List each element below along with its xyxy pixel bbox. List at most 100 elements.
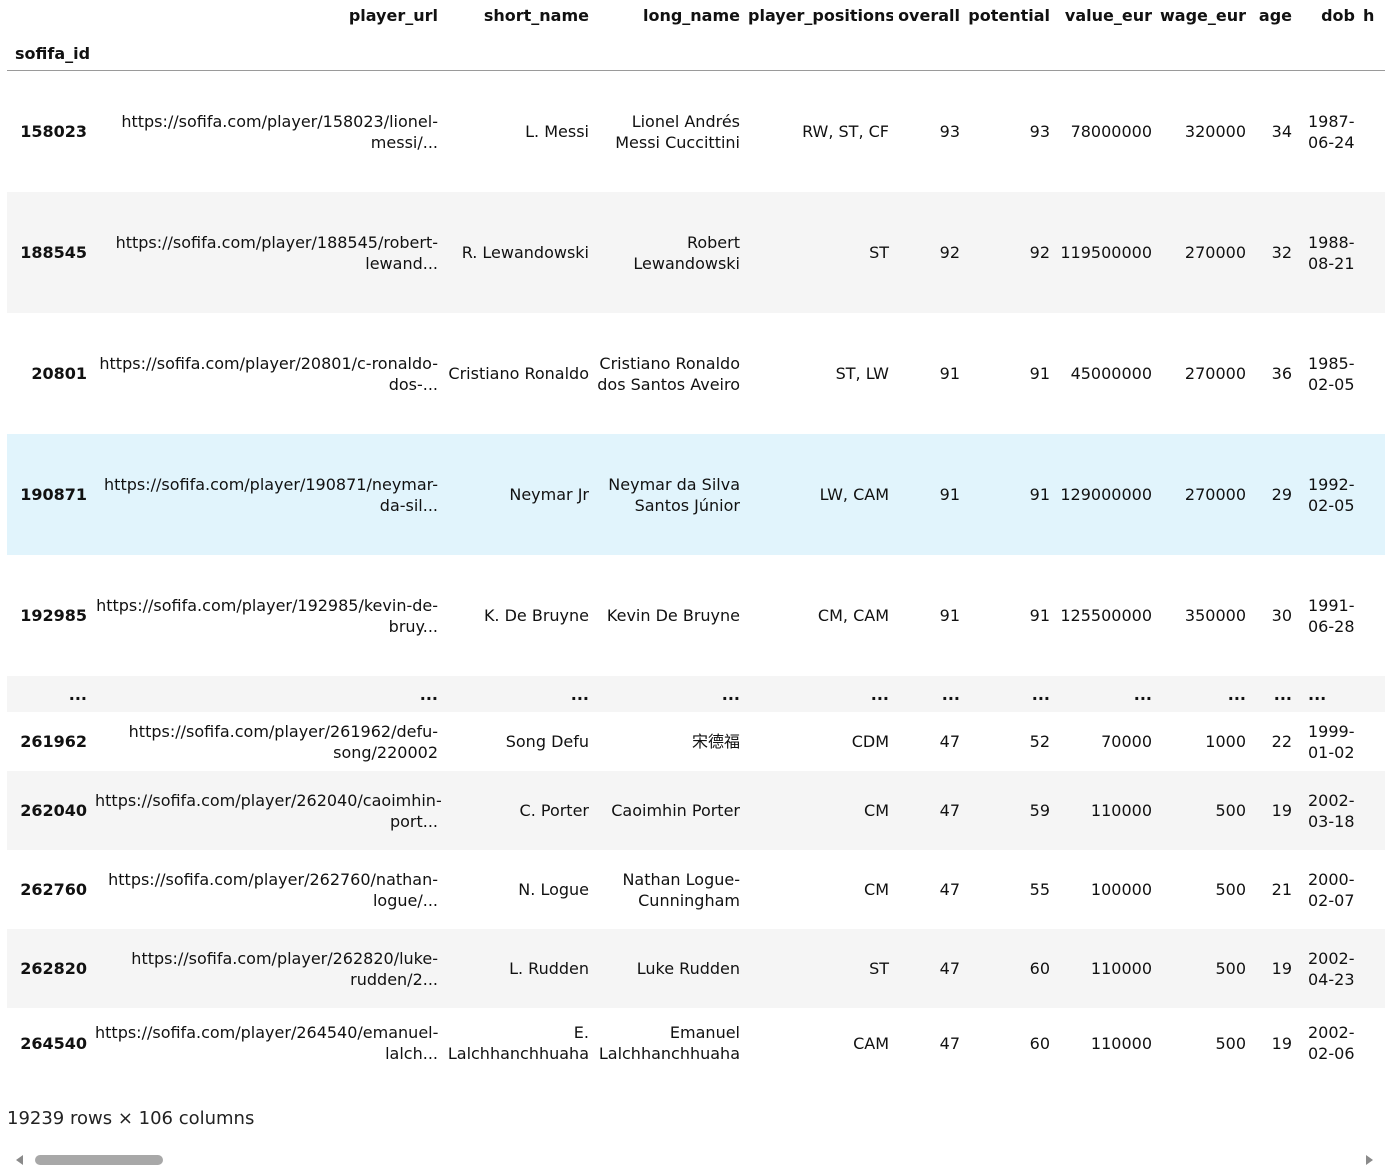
table-cell: E. Lalchhanchhuaha <box>447 1023 589 1063</box>
table-cell: ... <box>1308 684 1327 704</box>
table-cell: 78000000 <box>1070 122 1152 141</box>
table-cell: 500 <box>1215 1033 1246 1053</box>
table-cell: 1988-08-21 <box>1308 232 1355 273</box>
table-cell <box>1359 929 1385 1008</box>
table-row: 262040 https://sofifa.com/player/262040/c… <box>7 771 1385 850</box>
table-cell: L. Rudden <box>509 959 589 978</box>
table-cell: R. Lewandowski <box>461 243 589 262</box>
row-index: 261962 <box>20 732 87 751</box>
ellipsis-row: ................................. <box>7 676 1385 712</box>
table-cell: ST <box>869 243 889 262</box>
table-cell: 30 <box>1271 606 1292 625</box>
table-cell: K. De Bruyne <box>483 606 589 625</box>
table-cell: L. Messi <box>525 122 589 141</box>
column-header: h <box>1363 6 1375 25</box>
table-cell: 119500000 <box>1060 243 1152 262</box>
row-index: 158023 <box>20 122 87 141</box>
table-cell <box>1359 1008 1385 1078</box>
table-cell: 45000000 <box>1070 364 1152 383</box>
scrollbar-thumb[interactable] <box>35 1155 163 1165</box>
table-cell: Lionel Andrés Messi Cuccittini <box>615 111 740 152</box>
scroll-left-arrow-icon[interactable] <box>16 1155 23 1165</box>
column-header: overall <box>898 6 960 25</box>
table-cell: 1000 <box>1205 732 1246 751</box>
index-header-row: sofifa_id <box>7 36 1385 71</box>
table-cell: Caoimhin Porter <box>611 801 740 820</box>
scroll-right-arrow-icon[interactable] <box>1366 1155 1373 1165</box>
table-cell: https://sofifa.com/player/158023/lionel-… <box>121 111 438 152</box>
table-cell: https://sofifa.com/player/262820/luke-ru… <box>131 948 438 989</box>
column-header: value_eur <box>1064 6 1152 25</box>
table-cell: 1999-01-02 <box>1308 721 1355 762</box>
table-cell: LW, CAM <box>819 485 889 504</box>
table-cell: 110000 <box>1090 1033 1152 1053</box>
table-cell: Neymar da Silva Santos Júnior <box>608 474 740 515</box>
table-cell: 70000 <box>1101 732 1152 751</box>
index-name: sofifa_id <box>7 36 91 71</box>
table-row: 188545 https://sofifa.com/player/188545/r… <box>7 192 1385 313</box>
table-cell: Cristiano Ronaldo dos Santos Aveiro <box>597 353 740 394</box>
table-cell: 92 <box>1029 243 1050 262</box>
table-row: 192985 https://sofifa.com/player/192985/k… <box>7 555 1385 676</box>
table-cell <box>1359 555 1385 676</box>
table-cell: ... <box>941 684 960 704</box>
table-cell: 2002-02-06 <box>1308 1023 1355 1063</box>
table-cell: 1992-02-05 <box>1308 474 1355 515</box>
table-row: 190871 https://sofifa.com/player/190871/n… <box>7 434 1385 555</box>
table-cell: RW, ST, CF <box>802 122 889 141</box>
table-cell: https://sofifa.com/player/188545/robert-… <box>115 232 438 273</box>
column-header: player_url <box>348 6 438 25</box>
table-cell: N. Logue <box>518 880 589 899</box>
table-cell: ST <box>869 959 889 978</box>
table-cell <box>1359 850 1385 929</box>
column-header <box>7 0 91 36</box>
table-cell: CM <box>864 880 889 899</box>
table-row: 261962 https://sofifa.com/player/261962/d… <box>7 712 1385 771</box>
table-cell <box>1359 313 1385 434</box>
table-cell: 125500000 <box>1060 606 1152 625</box>
table-cell: https://sofifa.com/player/262040/caoimhi… <box>95 790 442 831</box>
table-cell: 93 <box>939 122 960 141</box>
table-cell <box>1359 71 1385 193</box>
table-cell: 2002-04-23 <box>1308 948 1355 989</box>
column-header: wage_eur <box>1160 6 1247 25</box>
table-row: 20801 https://sofifa.com/player/20801/c-r… <box>7 313 1385 434</box>
table-cell: Nathan Logue-Cunningham <box>622 869 740 910</box>
table-cell: 29 <box>1271 485 1292 504</box>
table-cell: https://sofifa.com/player/190871/neymar-… <box>104 474 438 515</box>
table-cell: https://sofifa.com/player/192985/kevin-d… <box>96 595 438 636</box>
table-cell: Kevin De Bruyne <box>606 606 740 625</box>
row-index: 20801 <box>31 364 87 383</box>
table-cell: 91 <box>1029 364 1050 383</box>
table-row: 264540 https://sofifa.com/player/264540/e… <box>7 1008 1385 1078</box>
table-cell: CAM <box>853 1033 889 1053</box>
column-header-row: player_url short_name long_name player_p… <box>7 0 1385 36</box>
column-header: long_name <box>642 6 740 25</box>
table-cell <box>1359 192 1385 313</box>
table-cell: 1991-06-28 <box>1308 595 1355 636</box>
table-cell: 500 <box>1215 880 1246 899</box>
table-cell: 22 <box>1271 732 1292 751</box>
table-cell: ... <box>1133 684 1152 704</box>
table-cell: CDM <box>851 732 889 751</box>
table-cell: 100000 <box>1090 880 1152 899</box>
table-cell: ... <box>570 684 589 704</box>
row-index: ... <box>68 684 87 704</box>
row-index: 262760 <box>20 880 87 899</box>
table-cell: 2000-02-07 <box>1308 869 1355 910</box>
table-cell: 350000 <box>1184 606 1246 625</box>
table-cell: 47 <box>939 732 960 751</box>
table-cell: 52 <box>1029 732 1050 751</box>
table-cell <box>1359 712 1385 771</box>
table-cell <box>1359 676 1385 712</box>
row-index: 262820 <box>20 959 87 978</box>
table-cell: 21 <box>1271 880 1292 899</box>
shape-summary: 19239 rows × 106 columns <box>7 1108 255 1129</box>
table-cell: Neymar Jr <box>509 485 589 504</box>
horizontal-scrollbar[interactable] <box>7 1152 1385 1167</box>
table-cell <box>1359 771 1385 850</box>
table-cell: 91 <box>1029 606 1050 625</box>
table-cell: CM, CAM <box>817 606 889 625</box>
table-cell <box>1359 434 1385 555</box>
table-cell: ... <box>1227 684 1246 704</box>
